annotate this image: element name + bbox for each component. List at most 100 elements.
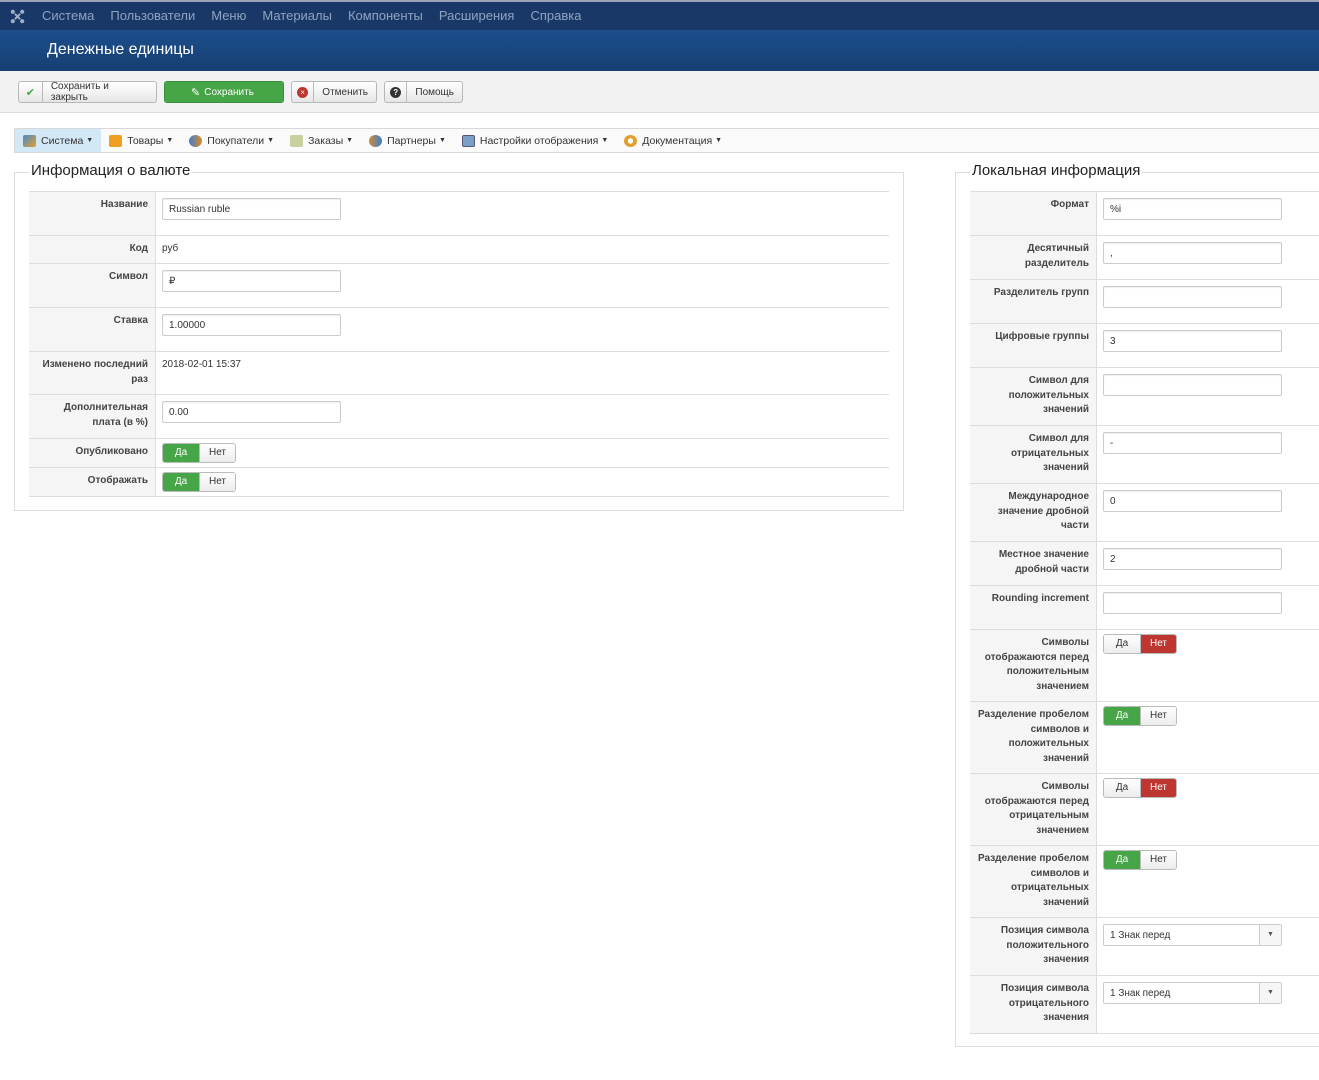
neg-position-select[interactable]: 1 Знак перед ▼ (1103, 982, 1282, 1004)
published-no-button[interactable]: Нет (199, 444, 235, 462)
space-pos-yes-button[interactable]: Да (1104, 707, 1140, 725)
submenu-documentation[interactable]: Документация ▼ (616, 129, 730, 152)
row-published: Опубликовано Да Нет (29, 439, 889, 468)
sym-before-neg-yes-button[interactable]: Да (1104, 779, 1140, 797)
display-toggle: Да Нет (162, 472, 236, 492)
row-sym-before-pos: Символы отображаются перед положительным… (970, 630, 1319, 702)
space-pos-no-button[interactable]: Нет (1140, 707, 1176, 725)
extra-fee-label: Дополнительная плата (в %) (29, 395, 156, 438)
symbol-label: Символ (29, 264, 156, 307)
pos-symbol-input[interactable] (1103, 374, 1282, 396)
row-sym-before-neg: Символы отображаются перед отрицательным… (970, 774, 1319, 846)
extra-fee-input[interactable] (162, 401, 341, 423)
submenu-orders[interactable]: Заказы ▼ (282, 129, 361, 152)
topnav-system[interactable]: Система (34, 2, 102, 30)
digit-groups-label: Цифровые группы (970, 324, 1097, 367)
documentation-icon (624, 134, 638, 147)
local-frac-input[interactable] (1103, 548, 1282, 570)
save-and-close-button[interactable]: ✔ Сохранить и закрыть (18, 81, 157, 103)
row-neg-symbol: Символ для отрицательных значений (970, 426, 1319, 484)
topnav-content[interactable]: Материалы (254, 2, 340, 30)
published-yes-button[interactable]: Да (163, 444, 199, 462)
topnav-help[interactable]: Справка (522, 2, 589, 30)
submenu-customers[interactable]: Покупатели ▼ (181, 129, 282, 152)
sym-before-neg-toggle: Да Нет (1103, 778, 1177, 798)
row-digit-groups: Цифровые группы (970, 324, 1319, 368)
symbol-input[interactable] (162, 270, 341, 292)
save-button[interactable]: ✎ Сохранить (164, 81, 284, 103)
row-pos-position: Позиция символа положительного значения … (970, 918, 1319, 976)
products-icon (109, 134, 123, 147)
published-label: Опубликовано (29, 439, 156, 467)
space-neg-toggle: Да Нет (1103, 850, 1177, 870)
sym-before-neg-no-button[interactable]: Нет (1140, 779, 1176, 797)
currency-info-form: Название Код руб Символ Ставка Изменено … (29, 191, 889, 497)
sym-before-pos-yes-button[interactable]: Да (1104, 635, 1140, 653)
row-pos-symbol: Символ для положительных значений (970, 368, 1319, 426)
pos-position-label: Позиция символа положительного значения (970, 918, 1097, 975)
row-format: Формат (970, 192, 1319, 236)
intl-frac-label: Международное значение дробной части (970, 484, 1097, 541)
row-display: Отображать Да Нет (29, 468, 889, 497)
display-no-button[interactable]: Нет (199, 473, 235, 491)
row-rate: Ставка (29, 308, 889, 352)
display-yes-button[interactable]: Да (163, 473, 199, 491)
joomla-logo-icon[interactable] (0, 2, 34, 30)
format-input[interactable] (1103, 198, 1282, 220)
space-neg-yes-button[interactable]: Да (1104, 851, 1140, 869)
neg-symbol-input[interactable] (1103, 432, 1282, 454)
checkmark-icon: ✔ (19, 82, 43, 102)
rounding-input[interactable] (1103, 592, 1282, 614)
topnav-components[interactable]: Компоненты (340, 2, 431, 30)
intl-frac-input[interactable] (1103, 490, 1282, 512)
row-neg-position: Позиция символа отрицательного значения … (970, 976, 1319, 1034)
cancel-button[interactable]: × Отменить (291, 81, 377, 103)
code-label: Код (29, 236, 156, 263)
row-group-sep: Разделитель групп (970, 280, 1319, 324)
submenu-display-settings[interactable]: Настройки отображения ▼ (454, 129, 616, 152)
local-frac-label: Местное значение дробной части (970, 542, 1097, 585)
sym-before-pos-label: Символы отображаются перед положительным… (970, 630, 1097, 701)
neg-position-label: Позиция символа отрицательного значения (970, 976, 1097, 1033)
rate-input[interactable] (162, 314, 341, 336)
row-space-pos: Разделение пробелом символов и положител… (970, 702, 1319, 774)
neg-symbol-label: Символ для отрицательных значений (970, 426, 1097, 483)
pos-position-select[interactable]: 1 Знак перед ▼ (1103, 924, 1282, 946)
decimal-sep-input[interactable] (1103, 242, 1282, 264)
topnav-extensions[interactable]: Расширения (431, 2, 523, 30)
submenu-products[interactable]: Товары ▼ (101, 129, 181, 152)
rounding-label: Rounding increment (970, 586, 1097, 629)
submenu-partners[interactable]: Партнеры ▼ (361, 129, 454, 152)
row-local-frac: Местное значение дробной части (970, 542, 1319, 586)
local-info-form: Формат Десятичный разделитель Разделител… (970, 191, 1319, 1034)
code-value: руб (162, 243, 179, 254)
display-settings-icon (461, 134, 475, 147)
published-toggle: Да Нет (162, 443, 236, 463)
pos-symbol-label: Символ для положительных значений (970, 368, 1097, 425)
submenu-system[interactable]: Система ▼ (15, 129, 102, 152)
sym-before-neg-label: Символы отображаются перед отрицательным… (970, 774, 1097, 845)
modified-label: Изменено последний раз (29, 352, 156, 394)
chevron-down-icon: ▼ (1259, 983, 1281, 1003)
format-label: Формат (970, 192, 1097, 235)
currency-info-legend: Информация о валюте (29, 162, 193, 179)
edit-icon: ✎ (191, 86, 201, 99)
group-sep-label: Разделитель групп (970, 280, 1097, 323)
row-code: Код руб (29, 236, 889, 264)
row-symbol: Символ (29, 264, 889, 308)
help-button[interactable]: ? Помощь (384, 81, 463, 103)
topnav-users[interactable]: Пользователи (102, 2, 203, 30)
page-title: Денежные единицы (47, 41, 194, 58)
partners-icon (369, 134, 383, 147)
space-neg-no-button[interactable]: Нет (1140, 851, 1176, 869)
display-label: Отображать (29, 468, 156, 496)
sym-before-pos-toggle: Да Нет (1103, 634, 1177, 654)
digit-groups-input[interactable] (1103, 330, 1282, 352)
sym-before-pos-no-button[interactable]: Нет (1140, 635, 1176, 653)
topnav-menu[interactable]: Меню (203, 2, 254, 30)
group-sep-input[interactable] (1103, 286, 1282, 308)
name-input[interactable] (162, 198, 341, 220)
chevron-down-icon: ▼ (1259, 925, 1281, 945)
row-intl-frac: Международное значение дробной части (970, 484, 1319, 542)
currency-info-fieldset: Информация о валюте Название Код руб Сим… (14, 162, 904, 511)
